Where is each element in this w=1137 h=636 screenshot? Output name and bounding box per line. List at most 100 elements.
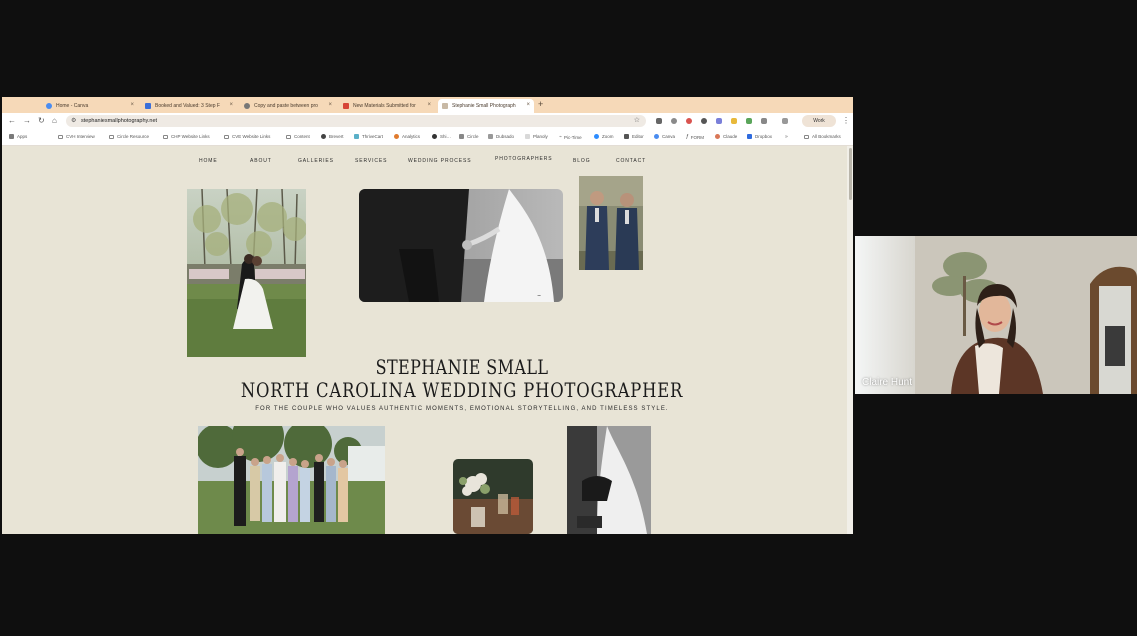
nav-services[interactable]: SERVICES (355, 158, 387, 164)
scrollbar-thumb[interactable] (849, 148, 852, 200)
hero-tagline: FOR THE COUPLE WHO VALUES AUTHENTIC MOME… (255, 406, 669, 412)
site-icon (747, 134, 752, 139)
site-icon (594, 134, 599, 139)
extension-icon[interactable] (656, 118, 662, 124)
bookmark-apps[interactable]: Apps (9, 134, 27, 139)
bookmark-link[interactable]: Planoly (525, 134, 548, 139)
tab-gmail[interactable]: New Materials Submitted for × (339, 99, 435, 113)
photo-table-flowers (453, 459, 533, 534)
site-info-icon[interactable]: ⚙ (71, 117, 76, 124)
tab-title: Home - Canva (56, 103, 89, 109)
tab-bar: Home - Canva × Booked and Valued: 3 Step… (2, 97, 853, 113)
close-tab-icon[interactable]: × (427, 102, 431, 108)
site-icon (715, 134, 720, 139)
gmail-favicon-icon (343, 103, 349, 109)
nav-contact[interactable]: CONTACT (616, 158, 646, 164)
bookmark-link[interactable]: Circle (459, 134, 479, 139)
participant-name-label: Claire Hunt (862, 377, 913, 388)
tab-stephanie-small[interactable]: Stephanie Small Photograph × (438, 99, 534, 113)
bookmark-link[interactable]: Dropbox (747, 134, 772, 139)
back-icon[interactable]: ← (8, 116, 16, 125)
home-icon[interactable]: ⌂ (52, 116, 57, 125)
url-text: stephaniesmallphotography.net (81, 118, 158, 124)
site-icon (654, 134, 659, 139)
tab-title: Copy and paste between pro (254, 103, 318, 109)
nav-about[interactable]: ABOUT (250, 158, 272, 164)
new-tab-icon[interactable]: + (538, 99, 543, 109)
bookmark-link[interactable]: Claude (715, 134, 737, 139)
extension-icon[interactable] (686, 118, 692, 124)
extension-icon[interactable] (746, 118, 752, 124)
nav-photographers[interactable]: PHOTOGRAPHERS (495, 156, 552, 162)
tab-canva[interactable]: Home - Canva × (42, 99, 138, 113)
folder-icon (163, 134, 168, 139)
photo-bride-dress-detail (567, 426, 651, 534)
website-viewport: HOME ABOUT GALLERIES SERVICES WEDDING PR… (2, 146, 853, 534)
tab-copy-paste[interactable]: Copy and paste between pro × (240, 99, 336, 113)
tab-title: Stephanie Small Photograph (452, 103, 516, 109)
bookmark-link[interactable]: ThriveCart (354, 134, 383, 139)
close-tab-icon[interactable]: × (328, 102, 332, 108)
folder-icon (58, 134, 63, 139)
folder-icon (804, 134, 809, 139)
bookmark-link[interactable]: ƒ FORM (686, 134, 704, 140)
participant-video-tile[interactable]: Claire Hunt (855, 236, 1137, 394)
site-icon (432, 134, 437, 139)
bookmark-folder[interactable]: Content (286, 134, 310, 139)
browser-menu-icon[interactable]: ⋮ (842, 116, 850, 125)
site-icon (354, 134, 359, 139)
bookmark-link[interactable]: Shi… (432, 134, 451, 139)
bookmark-folder[interactable]: CVH Interview (58, 134, 95, 139)
extension-icon[interactable] (671, 118, 677, 124)
close-tab-icon[interactable]: × (229, 102, 233, 108)
nav-wedding-process[interactable]: WEDDING PROCESS (408, 158, 472, 164)
bookmark-folder[interactable]: CHP Website Links (163, 134, 210, 139)
profile-button[interactable]: Work (802, 115, 836, 127)
bookmark-link[interactable]: Canva (654, 134, 675, 139)
extension-icon[interactable] (731, 118, 737, 124)
bookmark-link[interactable]: Editor (624, 134, 644, 139)
canva-favicon-icon (46, 103, 52, 109)
bookmark-folder[interactable]: CVE Website Links (224, 134, 270, 139)
bookmark-link[interactable]: Brevert (321, 134, 344, 139)
bookmark-folder[interactable]: Circle Resource (109, 134, 149, 139)
site-icon (488, 134, 493, 139)
site-icon (624, 134, 629, 139)
bookmarks-bar: Apps CVH Interview Circle Resource CHP W… (2, 129, 853, 146)
page-scrollbar[interactable] (847, 146, 853, 534)
site-icon (459, 134, 464, 139)
bookmark-link[interactable]: Zoom (594, 134, 614, 139)
site-icon (394, 134, 399, 139)
photo-groom-and-groomsman (579, 176, 643, 270)
chevron-right-icon: » (785, 134, 788, 140)
bookmark-link[interactable]: Dubsado (488, 134, 514, 139)
profile-label: Work (813, 118, 825, 124)
doc-favicon-icon (145, 103, 151, 109)
tab-title: New Materials Submitted for (353, 103, 416, 109)
extensions-puzzle-icon[interactable] (761, 118, 767, 124)
forward-icon[interactable]: → (23, 116, 31, 125)
photo-couple-kiss (187, 189, 306, 357)
tab-booked-and-valued[interactable]: Booked and Valued: 3 Step F × (141, 99, 237, 113)
extension-icon[interactable] (701, 118, 707, 124)
bookmarks-overflow[interactable]: » (785, 134, 788, 140)
close-tab-icon[interactable]: × (130, 102, 134, 108)
bookmark-link[interactable]: Analytics (394, 134, 420, 139)
hero-subtitle: NORTH CAROLINA WEDDING PHOTOGRAPHER (240, 378, 684, 402)
photo-watermark-icon: ~ (537, 293, 541, 299)
side-panel-icon[interactable] (782, 118, 788, 124)
bookmark-star-icon[interactable]: ☆ (634, 116, 640, 124)
nav-home[interactable]: HOME (199, 158, 218, 164)
bookmark-link[interactable]: ⌁ Pic-Time (559, 134, 582, 140)
nav-blog[interactable]: BLOG (573, 158, 591, 164)
folder-icon (286, 134, 291, 139)
all-bookmarks[interactable]: All Bookmarks (804, 134, 841, 139)
close-tab-icon[interactable]: × (526, 102, 530, 108)
reload-icon[interactable]: ↻ (38, 116, 45, 125)
photo-couple-holding-hands: ~ (359, 189, 563, 302)
nav-galleries[interactable]: GALLERIES (298, 158, 334, 164)
address-bar[interactable]: ⚙ stephaniesmallphotography.net ☆ (66, 115, 646, 127)
site-icon: ƒ (686, 134, 689, 140)
extension-icon[interactable] (716, 118, 722, 124)
meeting-stage: Home - Canva × Booked and Valued: 3 Step… (0, 0, 1137, 636)
